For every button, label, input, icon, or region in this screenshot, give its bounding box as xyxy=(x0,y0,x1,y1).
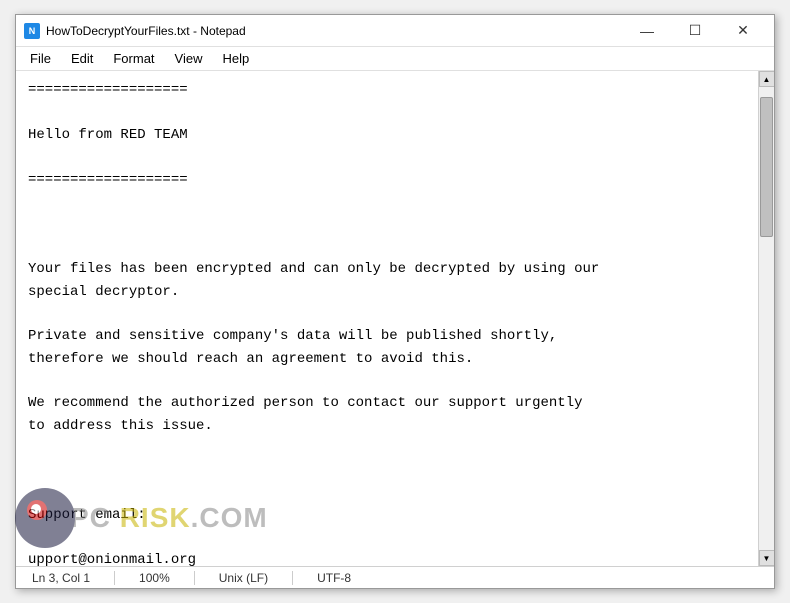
menu-bar: File Edit Format View Help xyxy=(16,47,774,71)
encoding: UTF-8 xyxy=(309,571,359,585)
menu-help[interactable]: Help xyxy=(212,49,259,68)
scroll-track[interactable] xyxy=(759,87,774,550)
status-divider-3 xyxy=(292,571,293,585)
app-icon: N xyxy=(24,23,40,39)
status-divider-2 xyxy=(194,571,195,585)
scroll-thumb[interactable] xyxy=(760,97,773,237)
menu-file[interactable]: File xyxy=(20,49,61,68)
title-bar: N HowToDecryptYourFiles.txt - Notepad — … xyxy=(16,15,774,47)
line-ending: Unix (LF) xyxy=(211,571,276,585)
menu-format[interactable]: Format xyxy=(103,49,164,68)
app-icon-letter: N xyxy=(29,26,36,36)
close-button[interactable]: ✕ xyxy=(720,17,766,45)
menu-edit[interactable]: Edit xyxy=(61,49,103,68)
scroll-up-button[interactable]: ▲ xyxy=(759,71,775,87)
text-editor[interactable]: =================== Hello from RED TEAM … xyxy=(16,71,758,566)
window-title: HowToDecryptYourFiles.txt - Notepad xyxy=(46,24,624,38)
status-bar: Ln 3, Col 1 100% Unix (LF) UTF-8 xyxy=(16,566,774,588)
window-controls: — ☐ ✕ xyxy=(624,17,766,45)
minimize-button[interactable]: — xyxy=(624,17,670,45)
notepad-window: N HowToDecryptYourFiles.txt - Notepad — … xyxy=(15,14,775,589)
cursor-position: Ln 3, Col 1 xyxy=(24,571,98,585)
editor-area: =================== Hello from RED TEAM … xyxy=(16,71,774,566)
vertical-scrollbar[interactable]: ▲ ▼ xyxy=(758,71,774,566)
zoom-level: 100% xyxy=(131,571,178,585)
maximize-button[interactable]: ☐ xyxy=(672,17,718,45)
scroll-down-button[interactable]: ▼ xyxy=(759,550,775,566)
menu-view[interactable]: View xyxy=(165,49,213,68)
status-divider-1 xyxy=(114,571,115,585)
